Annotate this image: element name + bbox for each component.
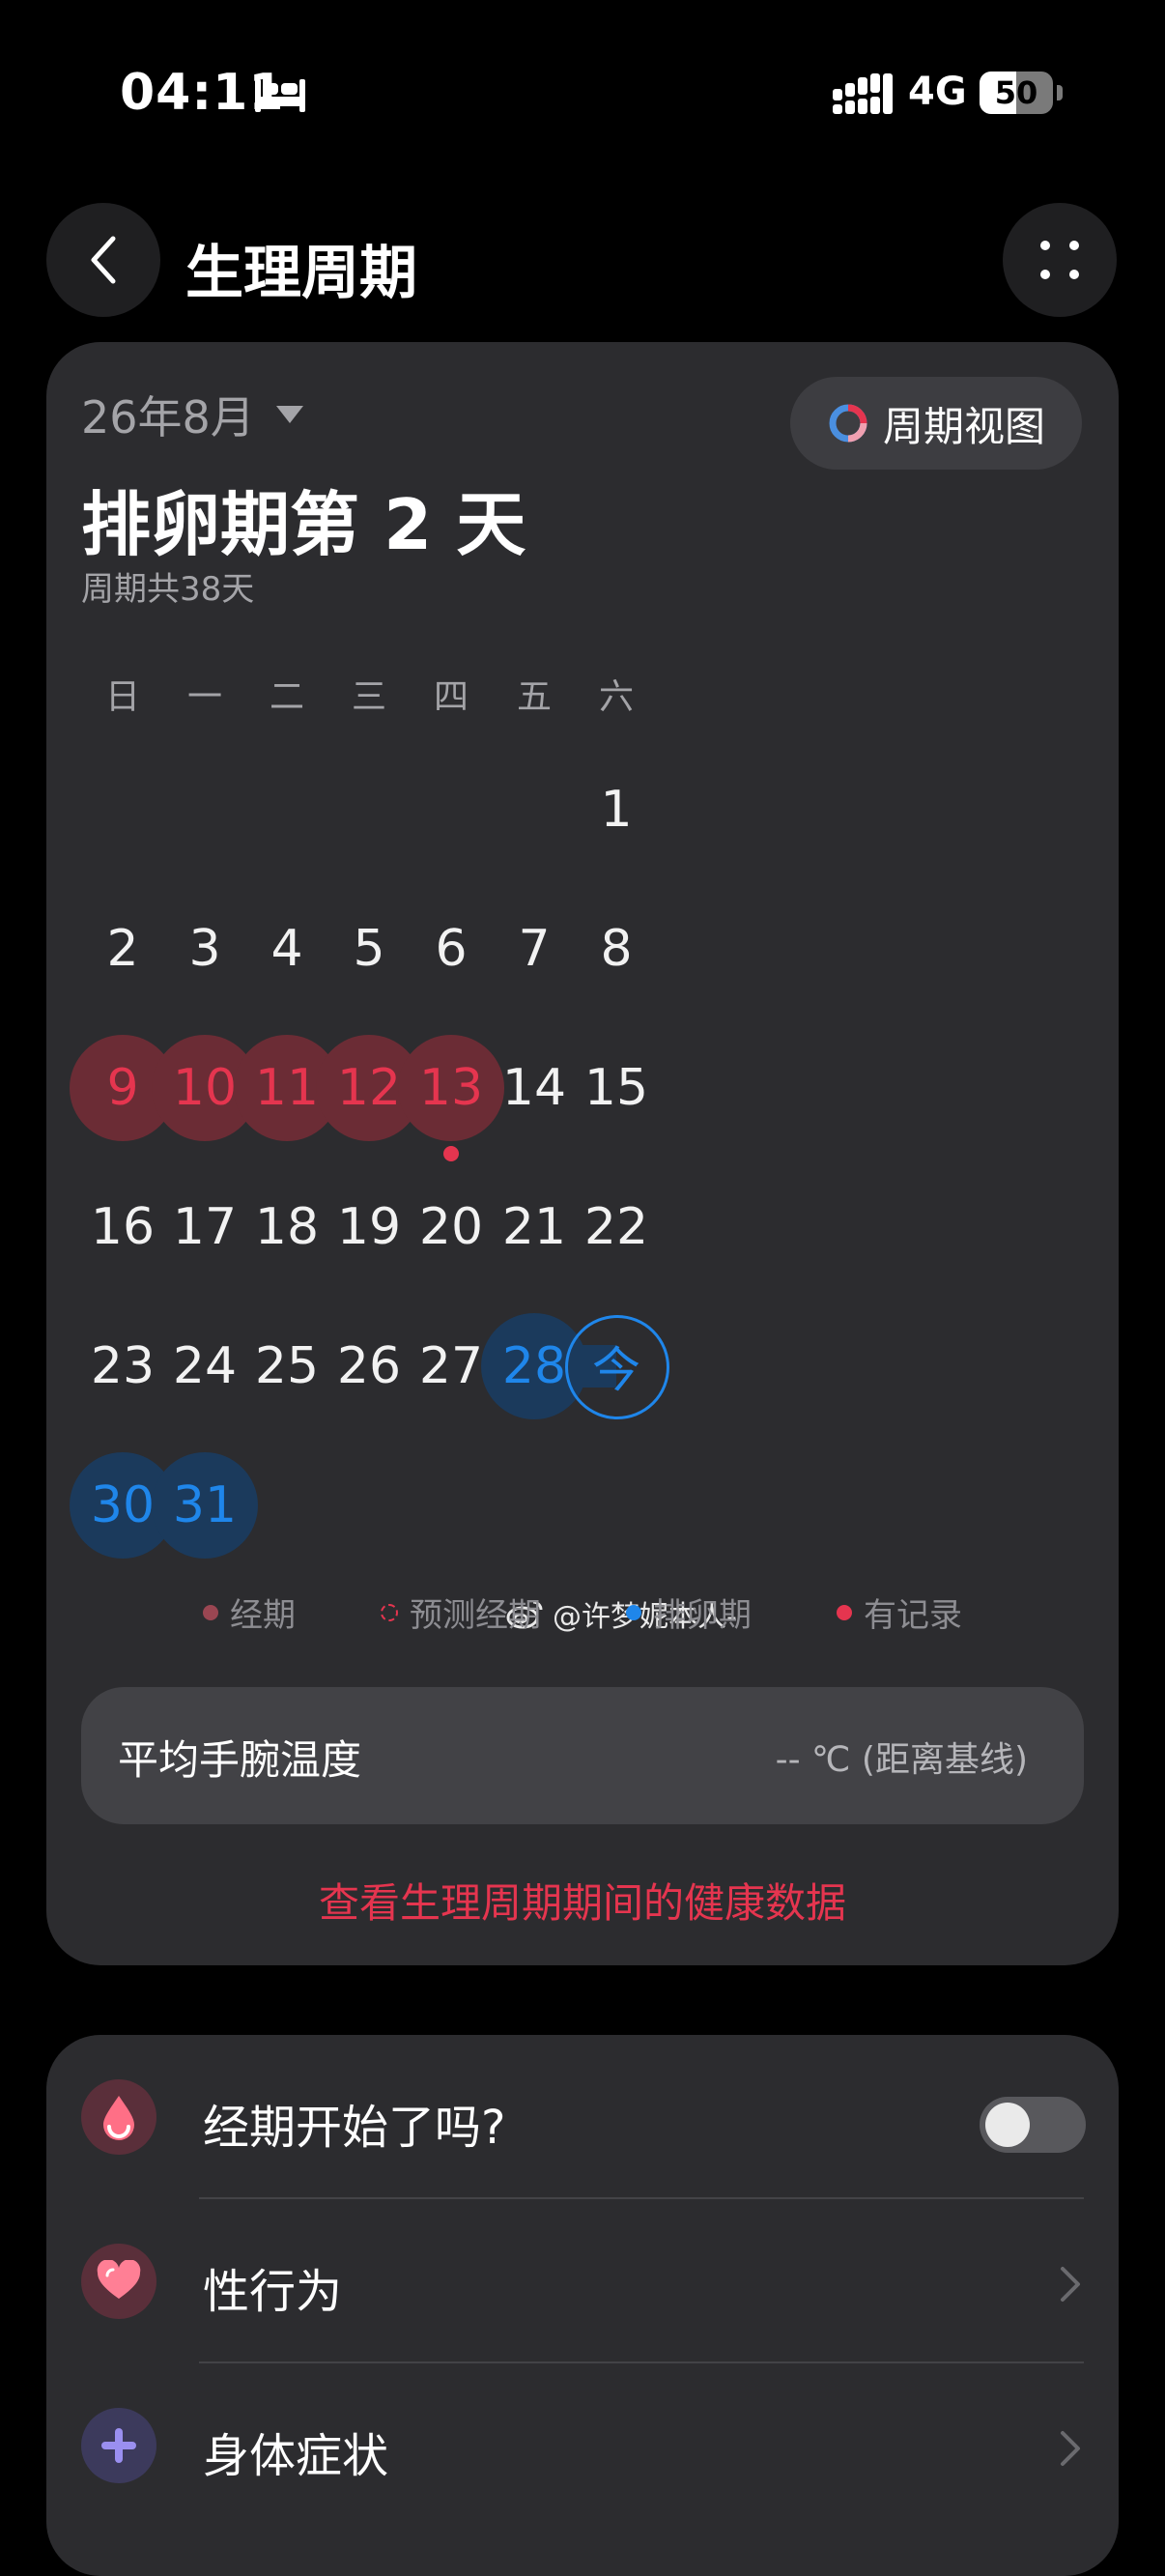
- phase-title: 排卵期第 2 天: [81, 484, 526, 565]
- calendar-day[interactable]: 8: [563, 896, 669, 1002]
- month-label: 26年8月: [81, 391, 255, 444]
- cycle-view-button[interactable]: 周期视图: [790, 377, 1082, 470]
- signal-strength-icon: [833, 73, 893, 114]
- sleep-mode-icon: [255, 79, 305, 112]
- plus-icon: [81, 2408, 156, 2483]
- calendar-day[interactable]: 1: [563, 757, 669, 863]
- chevron-left-icon: [91, 236, 116, 284]
- caret-down-icon: [275, 406, 303, 423]
- legend-ovulation: 排卵期: [626, 1589, 752, 1636]
- cycle-view-label: 周期视图: [882, 402, 1045, 450]
- temperature-label: 平均手腕温度: [118, 1736, 362, 1784]
- cycle-ring-icon: [829, 404, 867, 443]
- calendar-day[interactable]: 22: [563, 1174, 669, 1280]
- period-start-label: 经期开始了吗?: [203, 2101, 506, 2155]
- legend-recorded: 有记录: [837, 1589, 962, 1636]
- chevron-right-icon: [1061, 2267, 1080, 2302]
- battery-level: 50: [994, 74, 1038, 111]
- back-button[interactable]: [46, 203, 160, 317]
- calendar-day[interactable]: 15: [563, 1035, 669, 1141]
- period-start-toggle[interactable]: [980, 2097, 1086, 2153]
- page-title: 生理周期: [185, 240, 417, 307]
- symptoms-row[interactable]: 身体症状: [46, 2363, 1119, 2528]
- weekday-label: 六: [598, 677, 634, 717]
- more-options-button[interactable]: [1003, 203, 1117, 317]
- intimacy-row[interactable]: 性行为: [46, 2199, 1119, 2363]
- battery-icon: 50: [980, 72, 1063, 114]
- cycle-length: 周期共38天: [81, 570, 255, 609]
- calendar-legend: 经期 预测经期 排卵期 有记录: [46, 1589, 1119, 1636]
- calendar-day-today[interactable]: 今: [563, 1313, 669, 1419]
- legend-period: 经期: [203, 1589, 296, 1636]
- network-type: 4G: [908, 70, 967, 114]
- legend-predicted-period: 预测经期: [381, 1589, 541, 1636]
- wrist-temperature-row[interactable]: 平均手腕温度 -- ℃ (距离基线): [81, 1687, 1084, 1824]
- period-start-row[interactable]: 经期开始了吗?: [46, 2035, 1119, 2199]
- record-card: 经期开始了吗? 性行为 身体症状: [46, 2035, 1119, 2576]
- temperature-value: -- ℃ (距离基线): [775, 1740, 1028, 1780]
- health-data-link[interactable]: 查看生理周期期间的健康数据: [46, 1871, 1119, 1930]
- intimacy-label: 性行为: [203, 2265, 343, 2319]
- calendar-card: 26年8月 周期视图 排卵期第 2 天 周期共38天 日一二三四五六 12345…: [46, 342, 1119, 1965]
- heart-icon: [81, 2244, 156, 2319]
- blood-drop-icon: [81, 2079, 156, 2155]
- chevron-right-icon: [1061, 2431, 1080, 2466]
- recorded-marker: [443, 1146, 459, 1161]
- calendar-day[interactable]: 31: [152, 1452, 258, 1559]
- status-bar: 04:11 4G 50: [0, 0, 1165, 184]
- symptoms-label: 身体症状: [203, 2429, 389, 2483]
- month-selector[interactable]: 26年8月: [81, 383, 305, 446]
- more-dots-icon: [1040, 241, 1079, 279]
